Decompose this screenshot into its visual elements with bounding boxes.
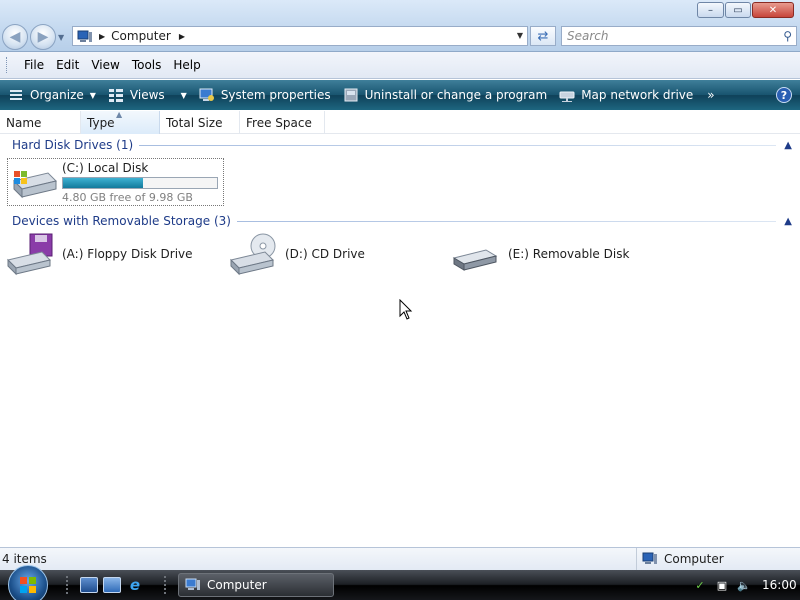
collapse-icon[interactable]: ▲ <box>784 216 792 227</box>
hard-drive-icon <box>13 171 57 199</box>
map-network-drive-button[interactable]: Map network drive <box>559 87 693 103</box>
security-check-icon[interactable]: ✓ <box>692 577 708 593</box>
uninstall-program-icon <box>344 88 358 102</box>
menu-view[interactable]: View <box>85 58 125 72</box>
group-divider <box>236 220 777 222</box>
breadcrumb-arrow-icon[interactable]: ▶ <box>99 32 105 41</box>
drive-label: (A:) Floppy Disk Drive <box>62 247 193 261</box>
group-title: Hard Disk Drives (1) <box>12 138 134 152</box>
system-properties-label: System properties <box>220 88 331 102</box>
switch-windows-icon[interactable] <box>103 577 121 593</box>
item-count: 4 items <box>2 552 47 566</box>
menu-edit[interactable]: Edit <box>50 58 85 72</box>
forward-arrow-icon: ▶ <box>37 29 49 45</box>
forward-button[interactable]: ▶ <box>30 24 56 50</box>
column-name[interactable]: Name <box>0 111 81 134</box>
mouse-pointer-icon <box>399 299 413 320</box>
network-icon[interactable]: ▣ <box>714 577 730 593</box>
drive-free-space: 4.80 GB free of 9.98 GB <box>62 191 193 204</box>
toolbar-grip[interactable] <box>164 576 168 594</box>
internet-explorer-icon[interactable]: e <box>126 576 144 594</box>
refresh-icon: ⇄ <box>537 28 549 44</box>
window-controls: – ▭ ✕ <box>697 2 794 18</box>
taskbar-window-label: Computer <box>207 578 267 592</box>
drive-item-c[interactable]: (C:) Local Disk 4.80 GB free of 9.98 GB <box>7 158 224 206</box>
volume-muted-icon[interactable]: 🔈 <box>736 577 752 593</box>
minimize-button[interactable]: – <box>697 2 724 18</box>
drive-item-a[interactable]: (A:) Floppy Disk Drive <box>6 230 193 278</box>
group-header-removable[interactable]: Devices with Removable Storage (3) ▲ <box>0 212 800 230</box>
file-list-view: Hard Disk Drives (1) ▲ (C:) Local Disk 4… <box>0 134 800 547</box>
help-button[interactable]: ? <box>776 87 792 103</box>
computer-icon <box>77 30 92 42</box>
group-divider <box>139 144 777 146</box>
command-bar: Organize ▼ Views ▼ System properties Uni… <box>0 80 800 110</box>
breadcrumb-chevron-icon[interactable]: ▶ <box>179 32 185 41</box>
uninstall-program-button[interactable]: Uninstall or change a program <box>343 87 548 103</box>
breadcrumb-computer[interactable]: Computer <box>111 29 171 43</box>
taskbar-window-button[interactable]: Computer <box>178 573 334 597</box>
status-location-label: Computer <box>664 552 724 566</box>
views-button[interactable]: Views ▼ <box>108 87 187 103</box>
sort-ascending-icon: ▲ <box>116 110 123 119</box>
organize-label: Organize <box>30 88 84 102</box>
more-commands-button[interactable]: » <box>707 88 714 102</box>
drive-label: (E:) Removable Disk <box>508 247 630 261</box>
organize-button[interactable]: Organize ▼ <box>8 87 96 103</box>
start-button[interactable] <box>8 565 48 600</box>
computer-icon <box>185 578 200 590</box>
organize-icon <box>10 90 22 100</box>
drive-item-e[interactable]: (E:) Removable Disk <box>452 230 629 278</box>
group-header-hard-disk[interactable]: Hard Disk Drives (1) ▲ <box>0 136 800 154</box>
column-free-space[interactable]: Free Space <box>240 111 325 134</box>
menu-bar: File Edit View Tools Help <box>0 52 800 79</box>
close-button[interactable]: ✕ <box>752 2 794 18</box>
back-button[interactable]: ◀ <box>2 24 28 50</box>
show-desktop-icon[interactable] <box>80 577 98 593</box>
windows-logo-icon <box>20 577 36 593</box>
menu-file[interactable]: File <box>18 58 50 72</box>
uninstall-program-label: Uninstall or change a program <box>364 88 548 102</box>
drive-usage-fill <box>63 178 143 188</box>
chevron-down-icon: ▼ <box>89 90 96 100</box>
toolbar-grip[interactable] <box>66 576 70 594</box>
refresh-button[interactable]: ⇄ <box>530 26 556 46</box>
drive-label: (D:) CD Drive <box>285 247 365 261</box>
address-field[interactable]: ▶ Computer ▶ ▼ <box>72 26 528 46</box>
removable-disk-icon <box>452 249 498 271</box>
cd-drive-icon <box>230 233 276 276</box>
collapse-icon[interactable]: ▲ <box>784 140 792 151</box>
column-header-row: Name Type ▲ Total Size Free Space <box>0 110 800 134</box>
status-bar: 4 items Computer <box>0 547 800 570</box>
menu-help[interactable]: Help <box>167 58 206 72</box>
back-arrow-icon: ◀ <box>9 29 21 45</box>
drive-usage-bar <box>62 177 218 189</box>
system-properties-icon <box>199 88 214 101</box>
computer-icon <box>642 552 657 564</box>
search-placeholder: Search <box>567 29 609 43</box>
status-location: Computer <box>636 548 800 570</box>
system-tray: ✓ ▣ 🔈 16:00 <box>686 570 800 600</box>
recent-pages-dropdown[interactable]: ▼ <box>58 33 64 42</box>
views-label: Views <box>129 88 165 102</box>
chevron-down-icon: ▼ <box>180 90 187 100</box>
address-dropdown-icon[interactable]: ▼ <box>517 31 523 40</box>
taskbar: e Computer ✓ ▣ 🔈 16:00 <box>0 565 800 600</box>
menu-tools[interactable]: Tools <box>126 58 168 72</box>
menu-grip <box>6 57 10 73</box>
views-icon <box>108 89 123 102</box>
system-properties-button[interactable]: System properties <box>199 87 331 103</box>
network-drive-icon <box>559 91 575 102</box>
floppy-drive-icon <box>7 233 53 276</box>
column-total-size[interactable]: Total Size <box>160 111 240 134</box>
maximize-button[interactable]: ▭ <box>725 2 751 18</box>
search-input[interactable]: Search ⚲ <box>561 26 797 46</box>
clock[interactable]: 16:00 <box>762 578 797 592</box>
address-bar-region: – ▭ ✕ ◀ ▶ ▼ ▶ Computer ▶ ▼ ⇄ Search ⚲ <box>0 0 800 52</box>
drive-label: (C:) Local Disk <box>62 161 149 175</box>
drive-item-d[interactable]: (D:) CD Drive <box>229 230 365 278</box>
group-title: Devices with Removable Storage (3) <box>12 214 231 228</box>
map-network-drive-label: Map network drive <box>581 88 694 102</box>
search-icon[interactable]: ⚲ <box>783 29 792 43</box>
